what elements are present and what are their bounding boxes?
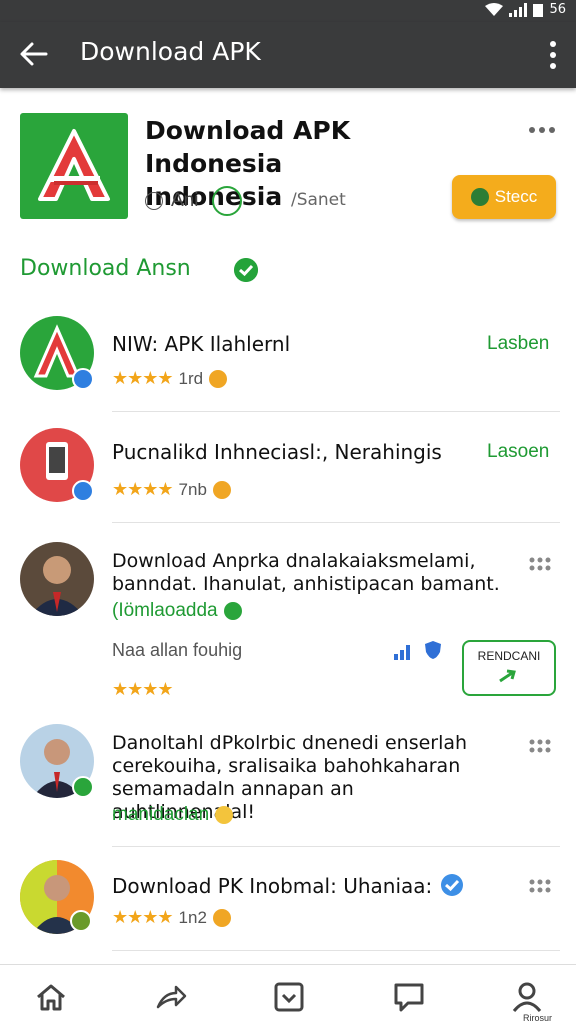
signal-icon bbox=[509, 2, 528, 17]
status-bar: 56 bbox=[0, 0, 576, 22]
item-action[interactable]: Lasoen bbox=[487, 441, 549, 463]
meta-label: Ani bbox=[171, 190, 199, 211]
list-item[interactable]: Danoltahl dPkolrbic dnenedi enserlah cer… bbox=[0, 720, 576, 850]
green-check-icon bbox=[223, 602, 242, 620]
star-rating-icon: ★★★★ bbox=[112, 368, 174, 388]
verified-badge-icon bbox=[72, 480, 94, 502]
status-icons: 56 bbox=[485, 2, 566, 17]
item-link[interactable]: manidaclan bbox=[112, 804, 234, 826]
list-item[interactable]: Download Anprka dnalakaiaksmelami, bannd… bbox=[0, 534, 576, 714]
home-icon[interactable] bbox=[34, 981, 68, 1013]
section-title: Download Ansn bbox=[20, 256, 191, 281]
app-bar: Download APK bbox=[0, 22, 576, 88]
search-icon bbox=[470, 188, 489, 206]
coin-icon bbox=[209, 369, 228, 388]
download-circle-icon[interactable] bbox=[212, 186, 243, 216]
rating: ★★★★ 1rd bbox=[112, 368, 228, 389]
green-badge-icon bbox=[72, 776, 94, 798]
recommend-button-label: RENDCANI bbox=[477, 649, 541, 663]
verified-check-icon bbox=[234, 258, 258, 282]
smiley-icon bbox=[145, 192, 163, 210]
description-line1: Danoltahl dPkolrbic dnenedi enserlah bbox=[112, 732, 468, 754]
share-icon[interactable] bbox=[154, 981, 188, 1013]
emoji-icon bbox=[215, 806, 234, 824]
app-logo-icon bbox=[20, 113, 128, 219]
divider bbox=[112, 846, 560, 847]
more-vert-icon[interactable] bbox=[548, 38, 558, 72]
back-arrow-icon[interactable] bbox=[16, 36, 52, 72]
star-rating-icon: ★★★★ bbox=[112, 907, 174, 927]
select-button[interactable]: Stecc bbox=[452, 175, 556, 219]
page-title: Download APK bbox=[80, 37, 261, 66]
description-line2: cerekouiha, sralisaika bahohkaharan bbox=[112, 755, 461, 777]
description-line1: Download Anprka dnalakaiaksmelami, bbox=[112, 550, 476, 572]
avatar bbox=[20, 542, 94, 616]
more-icon[interactable] bbox=[528, 556, 552, 572]
app-meta: Ani bbox=[145, 186, 243, 216]
battery-icon bbox=[533, 3, 544, 17]
more-icon[interactable] bbox=[528, 738, 552, 754]
verified-badge-icon bbox=[72, 368, 94, 390]
download-box-icon[interactable] bbox=[272, 981, 306, 1013]
rating-text: 7nb bbox=[178, 479, 207, 499]
shield-icon bbox=[425, 641, 441, 659]
list-item[interactable]: Pucnalikd Inhneciasl:, Nerahingis ★★★★ 7… bbox=[0, 420, 576, 520]
item-title: NIW: APK Ilahlernl bbox=[112, 332, 291, 356]
wifi-icon bbox=[485, 2, 504, 16]
list-item[interactable]: Download PK Inobmal: Uhaniaa: ★★★★ 1n2 bbox=[0, 856, 576, 956]
item-title: Download PK Inobmal: Uhaniaa: bbox=[112, 874, 463, 898]
divider bbox=[112, 411, 560, 412]
arrow-right-icon bbox=[499, 669, 516, 683]
rating: ★★★★ 7nb bbox=[112, 479, 231, 500]
verified-check-icon bbox=[440, 874, 463, 896]
rating-text: 1rd bbox=[178, 368, 204, 388]
signal-bars-icon bbox=[394, 645, 410, 660]
item-meta-label: Naa allan fouhig bbox=[112, 640, 243, 660]
description-line2: banndat. Ihanulat, anhistipacan bamant. bbox=[112, 573, 500, 595]
item-action[interactable]: Lasben bbox=[487, 333, 549, 355]
app-title-line1: Download APK Indonesia bbox=[145, 116, 351, 178]
app-subtitle: /Sanet bbox=[290, 190, 346, 210]
coin-icon bbox=[212, 908, 231, 927]
select-button-label: Stecc bbox=[494, 187, 538, 206]
item-link[interactable]: (Iömlaoadda bbox=[112, 600, 242, 622]
coin-icon bbox=[212, 480, 231, 499]
rating-text: 1n2 bbox=[178, 907, 207, 927]
profile-label[interactable]: Rirosur bbox=[523, 1013, 552, 1023]
item-title: Pucnalikd Inhneciasl:, Nerahingis bbox=[112, 440, 442, 464]
green-badge-icon bbox=[70, 910, 92, 932]
divider bbox=[112, 950, 560, 951]
more-horiz-icon[interactable] bbox=[528, 120, 556, 140]
more-icon[interactable] bbox=[528, 878, 552, 894]
rating: ★★★★ bbox=[112, 679, 174, 700]
battery-text: 56 bbox=[549, 2, 566, 17]
list-item[interactable]: NIW: APK Ilahlernl ★★★★ 1rd Lasben bbox=[0, 312, 576, 412]
item-description: Download Anprka dnalakaiaksmelami, bannd… bbox=[112, 550, 502, 596]
star-rating-icon: ★★★★ bbox=[112, 479, 174, 499]
bottom-nav: Rirosur bbox=[0, 964, 576, 1024]
rating: ★★★★ 1n2 bbox=[112, 907, 231, 928]
recommend-button[interactable]: RENDCANI bbox=[462, 640, 556, 696]
star-rating-icon: ★★★★ bbox=[112, 679, 174, 699]
chat-icon[interactable] bbox=[392, 981, 426, 1013]
profile-icon[interactable] bbox=[510, 981, 544, 1013]
divider bbox=[112, 522, 560, 523]
